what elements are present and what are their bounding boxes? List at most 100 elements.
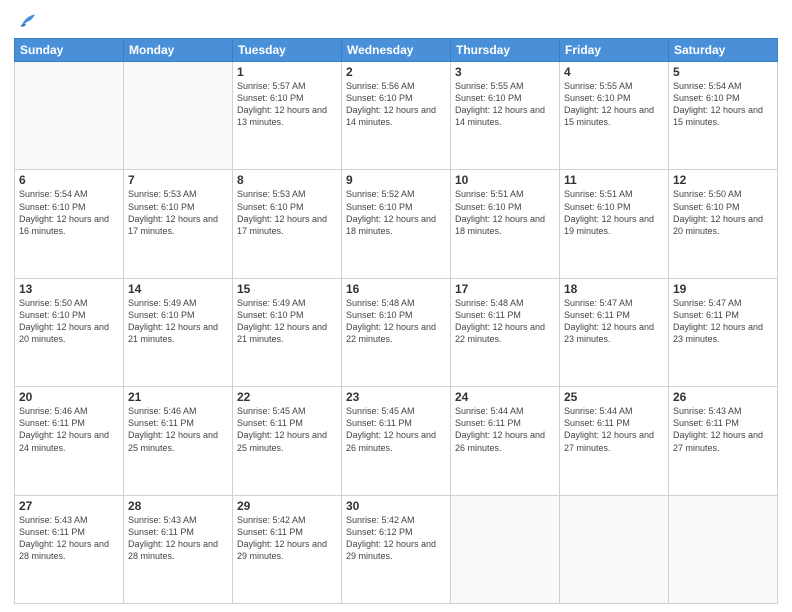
day-number: 16 [346,282,446,296]
day-info: Sunrise: 5:43 AM Sunset: 6:11 PM Dayligh… [673,405,773,454]
calendar-day-cell: 17Sunrise: 5:48 AM Sunset: 6:11 PM Dayli… [451,278,560,386]
calendar-table: SundayMondayTuesdayWednesdayThursdayFrid… [14,38,778,604]
day-number: 30 [346,499,446,513]
day-info: Sunrise: 5:42 AM Sunset: 6:12 PM Dayligh… [346,514,446,563]
day-info: Sunrise: 5:51 AM Sunset: 6:10 PM Dayligh… [564,188,664,237]
day-number: 29 [237,499,337,513]
day-info: Sunrise: 5:46 AM Sunset: 6:11 PM Dayligh… [128,405,228,454]
day-info: Sunrise: 5:52 AM Sunset: 6:10 PM Dayligh… [346,188,446,237]
calendar-day-cell: 22Sunrise: 5:45 AM Sunset: 6:11 PM Dayli… [233,387,342,495]
calendar-week-row: 27Sunrise: 5:43 AM Sunset: 6:11 PM Dayli… [15,495,778,603]
calendar-day-cell: 1Sunrise: 5:57 AM Sunset: 6:10 PM Daylig… [233,62,342,170]
day-info: Sunrise: 5:54 AM Sunset: 6:10 PM Dayligh… [19,188,119,237]
day-number: 14 [128,282,228,296]
calendar-day-cell [669,495,778,603]
calendar-week-row: 6Sunrise: 5:54 AM Sunset: 6:10 PM Daylig… [15,170,778,278]
day-number: 27 [19,499,119,513]
day-number: 18 [564,282,664,296]
day-number: 15 [237,282,337,296]
calendar-day-cell: 11Sunrise: 5:51 AM Sunset: 6:10 PM Dayli… [560,170,669,278]
day-number: 23 [346,390,446,404]
calendar-day-cell: 25Sunrise: 5:44 AM Sunset: 6:11 PM Dayli… [560,387,669,495]
calendar-day-header: Friday [560,39,669,62]
day-info: Sunrise: 5:49 AM Sunset: 6:10 PM Dayligh… [128,297,228,346]
calendar-day-cell: 2Sunrise: 5:56 AM Sunset: 6:10 PM Daylig… [342,62,451,170]
page: SundayMondayTuesdayWednesdayThursdayFrid… [0,0,792,612]
logo-bird-icon [16,10,38,32]
day-info: Sunrise: 5:48 AM Sunset: 6:11 PM Dayligh… [455,297,555,346]
calendar-day-cell: 27Sunrise: 5:43 AM Sunset: 6:11 PM Dayli… [15,495,124,603]
day-info: Sunrise: 5:43 AM Sunset: 6:11 PM Dayligh… [128,514,228,563]
calendar-day-cell: 18Sunrise: 5:47 AM Sunset: 6:11 PM Dayli… [560,278,669,386]
day-number: 11 [564,173,664,187]
calendar-day-cell: 19Sunrise: 5:47 AM Sunset: 6:11 PM Dayli… [669,278,778,386]
day-number: 22 [237,390,337,404]
calendar-day-cell: 14Sunrise: 5:49 AM Sunset: 6:10 PM Dayli… [124,278,233,386]
day-info: Sunrise: 5:45 AM Sunset: 6:11 PM Dayligh… [346,405,446,454]
day-info: Sunrise: 5:53 AM Sunset: 6:10 PM Dayligh… [237,188,337,237]
calendar-header-row: SundayMondayTuesdayWednesdayThursdayFrid… [15,39,778,62]
calendar-day-cell: 4Sunrise: 5:55 AM Sunset: 6:10 PM Daylig… [560,62,669,170]
logo [14,10,38,32]
day-info: Sunrise: 5:48 AM Sunset: 6:10 PM Dayligh… [346,297,446,346]
calendar-day-cell [560,495,669,603]
calendar-day-cell: 7Sunrise: 5:53 AM Sunset: 6:10 PM Daylig… [124,170,233,278]
calendar-day-cell [15,62,124,170]
header [14,10,778,32]
calendar-day-cell: 20Sunrise: 5:46 AM Sunset: 6:11 PM Dayli… [15,387,124,495]
calendar-day-cell: 16Sunrise: 5:48 AM Sunset: 6:10 PM Dayli… [342,278,451,386]
calendar-day-cell: 29Sunrise: 5:42 AM Sunset: 6:11 PM Dayli… [233,495,342,603]
day-info: Sunrise: 5:53 AM Sunset: 6:10 PM Dayligh… [128,188,228,237]
calendar-day-cell: 9Sunrise: 5:52 AM Sunset: 6:10 PM Daylig… [342,170,451,278]
day-info: Sunrise: 5:47 AM Sunset: 6:11 PM Dayligh… [673,297,773,346]
day-info: Sunrise: 5:45 AM Sunset: 6:11 PM Dayligh… [237,405,337,454]
calendar-day-header: Saturday [669,39,778,62]
day-info: Sunrise: 5:55 AM Sunset: 6:10 PM Dayligh… [455,80,555,129]
day-info: Sunrise: 5:42 AM Sunset: 6:11 PM Dayligh… [237,514,337,563]
day-info: Sunrise: 5:51 AM Sunset: 6:10 PM Dayligh… [455,188,555,237]
calendar-day-cell: 23Sunrise: 5:45 AM Sunset: 6:11 PM Dayli… [342,387,451,495]
calendar-day-cell: 15Sunrise: 5:49 AM Sunset: 6:10 PM Dayli… [233,278,342,386]
day-number: 8 [237,173,337,187]
day-number: 7 [128,173,228,187]
calendar-week-row: 13Sunrise: 5:50 AM Sunset: 6:10 PM Dayli… [15,278,778,386]
calendar-day-cell: 26Sunrise: 5:43 AM Sunset: 6:11 PM Dayli… [669,387,778,495]
calendar-day-cell: 6Sunrise: 5:54 AM Sunset: 6:10 PM Daylig… [15,170,124,278]
calendar-day-cell: 30Sunrise: 5:42 AM Sunset: 6:12 PM Dayli… [342,495,451,603]
calendar-day-cell: 10Sunrise: 5:51 AM Sunset: 6:10 PM Dayli… [451,170,560,278]
day-number: 5 [673,65,773,79]
calendar-day-header: Wednesday [342,39,451,62]
day-info: Sunrise: 5:44 AM Sunset: 6:11 PM Dayligh… [564,405,664,454]
calendar-day-cell: 28Sunrise: 5:43 AM Sunset: 6:11 PM Dayli… [124,495,233,603]
calendar-day-cell [451,495,560,603]
day-number: 19 [673,282,773,296]
calendar-day-cell: 8Sunrise: 5:53 AM Sunset: 6:10 PM Daylig… [233,170,342,278]
day-number: 10 [455,173,555,187]
day-info: Sunrise: 5:46 AM Sunset: 6:11 PM Dayligh… [19,405,119,454]
day-info: Sunrise: 5:50 AM Sunset: 6:10 PM Dayligh… [19,297,119,346]
day-number: 13 [19,282,119,296]
day-number: 12 [673,173,773,187]
calendar-day-header: Tuesday [233,39,342,62]
day-info: Sunrise: 5:57 AM Sunset: 6:10 PM Dayligh… [237,80,337,129]
day-number: 17 [455,282,555,296]
day-info: Sunrise: 5:50 AM Sunset: 6:10 PM Dayligh… [673,188,773,237]
day-number: 6 [19,173,119,187]
calendar-day-cell: 5Sunrise: 5:54 AM Sunset: 6:10 PM Daylig… [669,62,778,170]
calendar-day-header: Sunday [15,39,124,62]
day-number: 9 [346,173,446,187]
day-info: Sunrise: 5:54 AM Sunset: 6:10 PM Dayligh… [673,80,773,129]
day-number: 24 [455,390,555,404]
day-number: 20 [19,390,119,404]
day-number: 1 [237,65,337,79]
day-number: 3 [455,65,555,79]
day-info: Sunrise: 5:56 AM Sunset: 6:10 PM Dayligh… [346,80,446,129]
day-info: Sunrise: 5:47 AM Sunset: 6:11 PM Dayligh… [564,297,664,346]
day-number: 21 [128,390,228,404]
calendar-week-row: 1Sunrise: 5:57 AM Sunset: 6:10 PM Daylig… [15,62,778,170]
calendar-day-cell: 13Sunrise: 5:50 AM Sunset: 6:10 PM Dayli… [15,278,124,386]
day-info: Sunrise: 5:55 AM Sunset: 6:10 PM Dayligh… [564,80,664,129]
calendar-day-cell: 21Sunrise: 5:46 AM Sunset: 6:11 PM Dayli… [124,387,233,495]
day-number: 25 [564,390,664,404]
day-info: Sunrise: 5:43 AM Sunset: 6:11 PM Dayligh… [19,514,119,563]
